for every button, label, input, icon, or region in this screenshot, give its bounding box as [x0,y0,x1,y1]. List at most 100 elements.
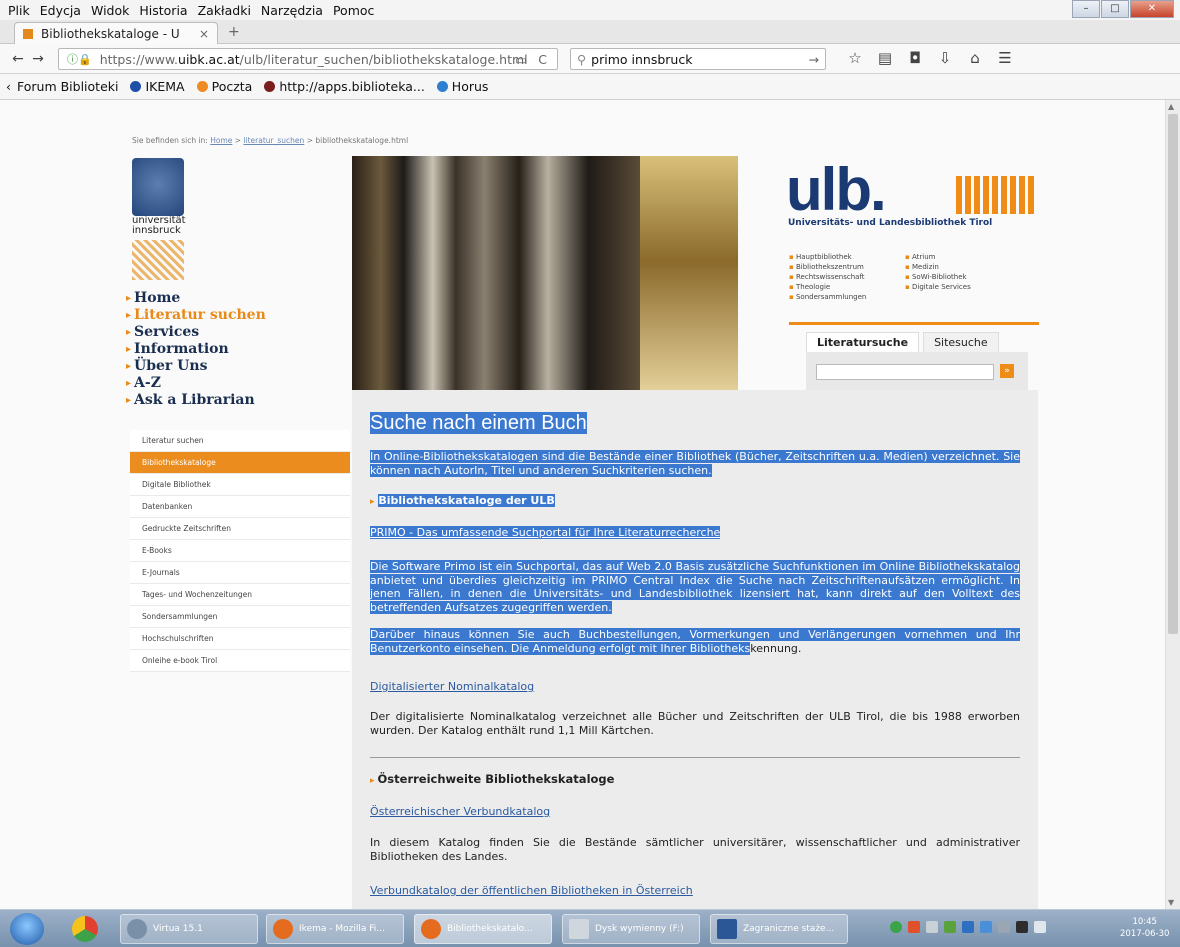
library-link[interactable]: ▪ Digitale Services [905,282,971,292]
library-link[interactable]: ▪ SoWi-Bibliothek [905,272,967,282]
bookmark-horus[interactable]: Horus [436,79,488,94]
tray-app-icon[interactable] [890,921,902,933]
menu-narzedzia[interactable]: Narzędzia [261,3,323,18]
subnav-item-active[interactable]: Bibliothekskataloge [130,452,350,474]
subnav-item[interactable]: Gedruckte Zeitschriften [130,518,350,540]
tray-app-icon[interactable] [1016,921,1028,933]
breadcrumb-literatur-link[interactable]: literatur_suchen [243,136,304,145]
menu-icon[interactable]: ☰ [990,49,1020,67]
nav-literatur-suchen[interactable]: ▸ Literatur suchen [126,307,266,324]
back-icon[interactable]: ← [8,49,28,69]
library-link[interactable]: ▪ Atrium [905,252,935,262]
tray-network-icon[interactable] [962,921,974,933]
scroll-up-icon[interactable]: ▲ [1168,102,1174,111]
nav-ask-a-librarian[interactable]: ▸ Ask a Librarian [126,392,266,409]
tray-volume-icon[interactable] [1034,921,1046,933]
download-icon[interactable]: ⇩ [930,49,960,67]
nav-information[interactable]: ▸ Information [126,341,266,358]
home-icon[interactable]: ⌂ [960,49,990,67]
nav-ueber-uns[interactable]: ▸ Über Uns [126,358,266,375]
breadcrumb-home-link[interactable]: Home [210,136,232,145]
subnav-item[interactable]: Sondersammlungen [130,606,350,628]
library-link[interactable]: ▪ Hauptbibliothek [789,252,905,262]
system-clock[interactable]: 10:45 2017-06-30 [1120,916,1169,940]
literature-search-input[interactable] [816,364,994,380]
maximize-button[interactable]: □ [1101,0,1129,18]
close-tab-icon[interactable]: × [199,27,209,41]
subnav-item[interactable]: Digitale Bibliothek [130,474,350,496]
minimize-button[interactable]: – [1072,0,1100,18]
tray-app-icon[interactable] [944,921,956,933]
taskbar-item-firefox-active[interactable]: Bibliothekskatalo... [414,914,552,944]
subnav-item[interactable]: Literatur suchen [130,430,350,452]
subnav-item[interactable]: Datenbanken [130,496,350,518]
scrollbar-thumb[interactable] [1168,114,1178,634]
url-bar[interactable]: ⓘ🔒 https://www. uibk.ac.at/ulb/literatur_… [58,48,558,70]
bookmark-poczta[interactable]: Poczta [196,79,252,94]
university-seal-logo[interactable] [132,158,184,216]
reload-icon[interactable]: C [538,52,547,67]
nav-home[interactable]: ▸ Home [126,290,266,307]
nav-services[interactable]: ▸ Services [126,324,266,341]
taskbar-item-virtua[interactable]: Virtua 15.1 [120,914,258,944]
forward-icon[interactable]: → [28,49,48,69]
hero-corridor-photo [640,156,738,390]
bookmarks-chevron-icon[interactable]: ‹ [6,79,11,94]
nav-a-z[interactable]: ▸ A-Z [126,375,266,392]
page-title-text: Suche nach einem Buch [370,412,587,434]
start-button[interactable] [10,913,44,945]
menu-pomoc[interactable]: Pomoc [333,3,374,18]
primo-link[interactable]: PRIMO - Das umfassende Suchportal für Ih… [370,526,721,539]
verbund-catalog-link[interactable]: Österreichischer Verbundkatalog [370,805,550,818]
reader-view-icon[interactable]: ▭ [515,52,527,67]
menu-zakladki[interactable]: Zakładki [198,3,251,18]
library-link[interactable]: ▪ Theologie [789,282,905,292]
tab-sitesuche[interactable]: Sitesuche [923,332,999,352]
nav-label: Über Uns [134,358,208,374]
taskbar-item-drive[interactable]: Dysk wymienny (F:) [562,914,700,944]
nominal-catalog-link[interactable]: Digitalisierter Nominalkatalog [370,680,534,693]
bookmark-apps-biblioteka[interactable]: http://apps.biblioteka... [264,79,425,94]
subnav-item[interactable]: Tages- und Wochenzeitungen [130,584,350,606]
search-input[interactable]: primo innsbruck [591,52,692,67]
taskbar-item-firefox-ikema[interactable]: Ikema - Mozilla Fi... [266,914,404,944]
public-libraries-catalog-link[interactable]: Verbundkatalog der öffentlichen Biblioth… [370,884,693,897]
bookmark-forum-biblioteki[interactable]: Forum Biblioteki [17,79,118,94]
search-go-icon[interactable]: → [809,52,819,67]
library-icon[interactable]: ▤ [870,49,900,67]
tab-literatursuche[interactable]: Literatursuche [806,332,920,352]
subnav-item[interactable]: E-Journals [130,562,350,584]
primo-text-2-highlighted: Darüber hinaus können Sie auch Buchbeste… [370,628,1020,655]
browser-tab[interactable]: Bibliothekskataloge - U × [14,22,218,44]
taskbar-item-word[interactable]: Zagraniczne staże... [710,914,848,944]
intro-text: In Online-Bibliothekskatalogen sind die … [370,450,1020,477]
subnav-item[interactable]: E-Books [130,540,350,562]
new-tab-button[interactable]: + [228,24,240,40]
chrome-icon[interactable] [72,916,98,942]
subnav-item[interactable]: Onleihe e-book Tirol [130,650,350,672]
library-link[interactable]: ▪ Bibliothekszentrum [789,262,905,272]
pocket-icon[interactable]: ◘ [900,49,930,67]
bookmark-ikema[interactable]: IKEMA [130,79,185,94]
ulb-logo[interactable]: ulb. [786,160,887,220]
library-link[interactable]: ▪ Rechtswissenschaft [789,272,905,282]
search-bar[interactable]: ⚲ primo innsbruck → [570,48,826,70]
close-window-button[interactable]: ✕ [1130,0,1174,18]
menu-historia[interactable]: Historia [139,3,187,18]
library-link[interactable]: ▪ Sondersammlungen [789,292,905,302]
menu-edycja[interactable]: Edycja [40,3,81,18]
tray-battery-icon[interactable] [998,921,1010,933]
verbund-text: In diesem Katalog finden Sie die Beständ… [370,836,1020,863]
menu-plik[interactable]: Plik [8,3,30,18]
bookmark-star-icon[interactable]: ☆ [840,49,870,67]
tray-flag-icon[interactable] [926,921,938,933]
library-link[interactable]: ▪ Medizin [905,262,939,272]
search-submit-button[interactable]: » [1000,364,1014,378]
scroll-down-icon[interactable]: ▼ [1168,898,1174,907]
menu-widok[interactable]: Widok [91,3,129,18]
tray-app-icon[interactable] [908,921,920,933]
library-label: Bibliothekszentrum [795,263,864,271]
subnav-item[interactable]: Hochschulschriften [130,628,350,650]
vertical-scrollbar[interactable]: ▲ ▼ [1165,100,1180,909]
tray-app-icon[interactable] [980,921,992,933]
